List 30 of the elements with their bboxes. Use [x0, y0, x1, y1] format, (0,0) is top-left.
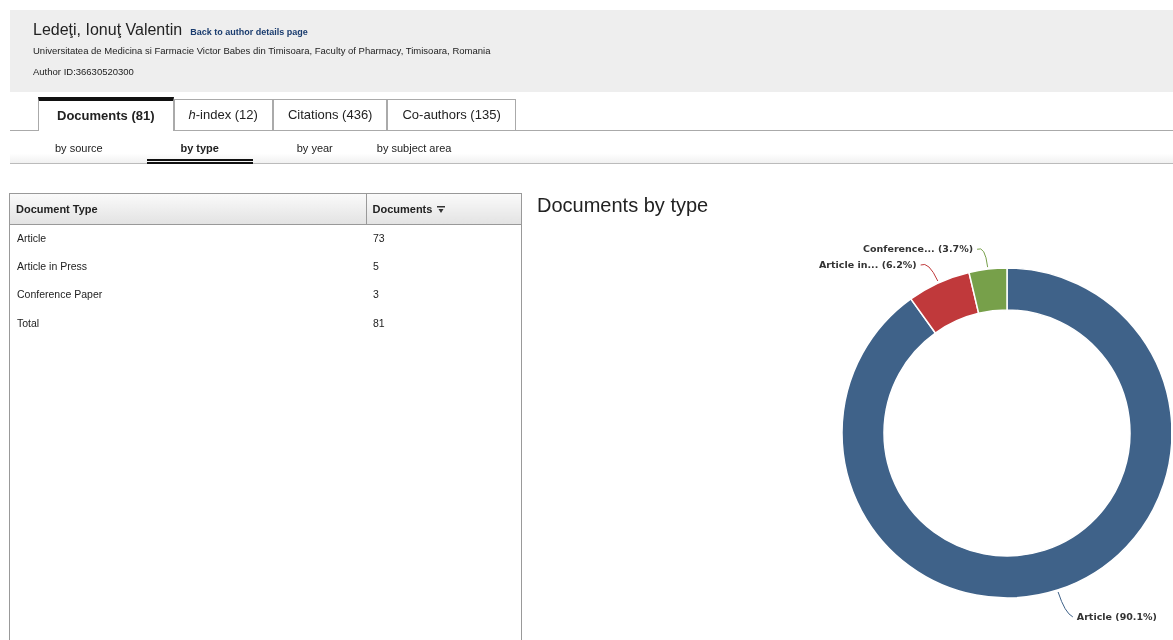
table-cell-text: 81	[372, 315, 386, 331]
chart-title: Documents by type	[537, 195, 710, 215]
leader-line	[976, 248, 989, 268]
table-cell-text: Total	[16, 315, 41, 331]
column-header[interactable]: Documents	[372, 202, 433, 215]
tab[interactable]: h-index (12)	[173, 99, 273, 130]
data-label: Conference... (3.7%)	[863, 243, 974, 255]
sort-icon[interactable]	[437, 206, 446, 214]
author-name: Ledeţi, Ionuţ Valentin	[33, 21, 183, 38]
subtab[interactable]: by year	[296, 131, 333, 164]
table-cell-text: Article in Press	[16, 258, 89, 274]
leader-line	[920, 263, 939, 282]
subtab[interactable]: by type	[146, 131, 253, 164]
author-id: Author ID:36630520300	[33, 65, 135, 80]
table-cell-text: Conference Paper	[16, 287, 104, 303]
table-cell-text: 5	[372, 258, 380, 274]
data-label: Article (90.1%)	[1076, 610, 1157, 622]
data-label: Article in... (6.2%)	[819, 259, 917, 270]
subtab[interactable]: by source	[55, 131, 103, 164]
table-cell: 73	[366, 224, 521, 253]
affiliation-text: Universitatea de Medicina si Farmacie Victor Babes din Timisoara, Faculty of Pharmacy, Timisoara, Romania	[33, 44, 492, 58]
tab[interactable]: Documents (81)	[38, 97, 174, 131]
table-cell-text: 3	[372, 287, 380, 303]
column-header[interactable]: Document Type	[10, 194, 366, 224]
back-link[interactable]: Back to author details page	[190, 27, 308, 37]
table-cell: Article	[10, 224, 366, 253]
tab[interactable]: Co-authors (135)	[387, 99, 516, 130]
tab[interactable]: Citations (436)	[272, 99, 388, 130]
leader-line	[1057, 591, 1074, 618]
subtab[interactable]: by subject area	[376, 131, 452, 164]
